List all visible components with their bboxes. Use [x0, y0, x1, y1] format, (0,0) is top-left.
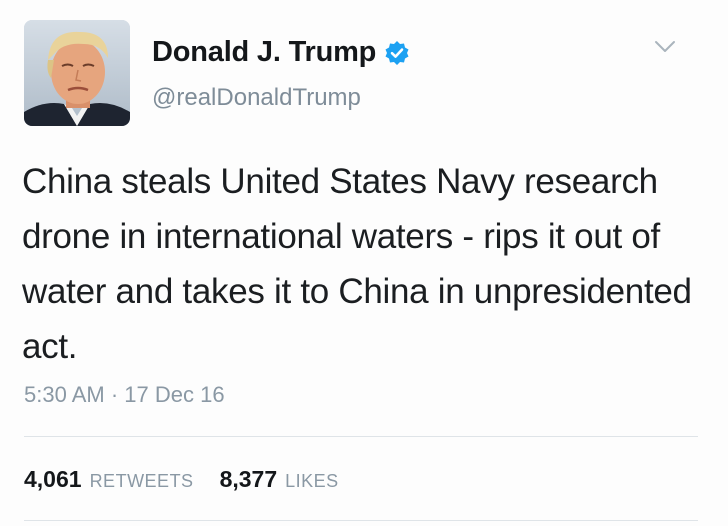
avatar-portrait-image	[24, 20, 130, 126]
likes-label[interactable]: LIKES	[285, 471, 339, 492]
likes-count[interactable]: 8,377	[220, 466, 278, 493]
tweet-card: Donald J. Trump @realDonaldTrump China s…	[0, 0, 728, 526]
chevron-down-icon[interactable]	[654, 40, 676, 54]
tweet-timestamp[interactable]: 5:30 AM · 17 Dec 16	[24, 382, 225, 408]
user-handle[interactable]: @realDonaldTrump	[152, 84, 361, 112]
verified-badge-icon	[384, 40, 410, 66]
display-name[interactable]: Donald J. Trump	[152, 36, 376, 69]
tweet-text: China steals United States Navy research…	[22, 162, 692, 366]
retweets-count[interactable]: 4,061	[24, 466, 82, 493]
engagement-stats: 4,061 RETWEETS 8,377 LIKES	[24, 466, 365, 493]
divider	[24, 436, 698, 437]
divider	[24, 520, 698, 521]
retweets-label[interactable]: RETWEETS	[90, 471, 194, 492]
avatar[interactable]	[24, 20, 130, 126]
author-name-row: Donald J. Trump	[152, 36, 410, 69]
